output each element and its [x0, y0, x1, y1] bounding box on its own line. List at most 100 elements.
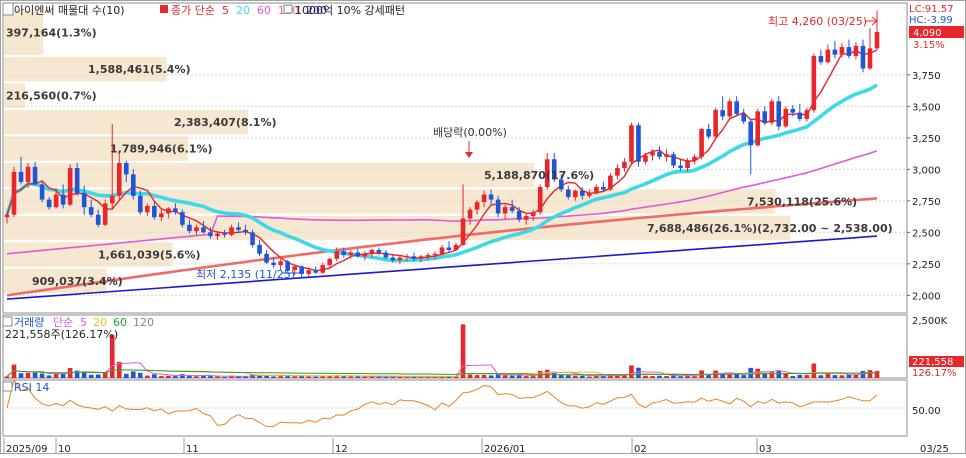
ma-legend-swatch [160, 5, 168, 13]
volume-bar [313, 376, 319, 378]
volume-profile-label: 5,188,870(17.6%) [484, 169, 594, 182]
candle [874, 31, 880, 49]
volume-bar [18, 373, 24, 378]
lc-label: LC:91.57 [909, 4, 954, 15]
rsi-tick: 50.00 [912, 406, 941, 417]
volume-bar [180, 374, 185, 378]
volume-bar [166, 375, 171, 378]
volume-bar [769, 371, 775, 378]
candle [341, 251, 347, 256]
volume-profile-label: 909,037(3.4%) [32, 275, 123, 288]
volume-ratio: 126.17% [912, 368, 957, 379]
candle [839, 47, 845, 55]
hc-label: HC:-3.99 [909, 15, 953, 26]
volume-bar [39, 373, 45, 378]
candle [509, 207, 515, 211]
volume-legend-box [2, 316, 13, 327]
candle [481, 194, 487, 203]
candle [706, 129, 711, 137]
candle [846, 47, 852, 56]
volume-bar [839, 375, 845, 378]
candle [74, 168, 80, 194]
volume-profile-label: 1,789,946(6.1%) [110, 143, 213, 156]
time-label: 2026/01 [484, 444, 526, 454]
candle [594, 186, 599, 194]
volume-bar [657, 375, 662, 378]
price-tick-label: 3,250 [912, 134, 941, 145]
candle [832, 49, 838, 55]
candle [376, 249, 382, 253]
candle [306, 270, 311, 274]
candle [678, 165, 683, 169]
candle [208, 232, 213, 237]
volume-bar [460, 324, 466, 378]
candle [573, 190, 578, 198]
volume-bar [474, 375, 480, 378]
volume-bar [173, 376, 178, 378]
candle [299, 266, 304, 274]
candle [25, 166, 31, 182]
candle [39, 184, 45, 200]
candle [467, 209, 473, 219]
volume-bar [138, 372, 143, 378]
current-change: 3.15% [913, 40, 945, 51]
legend-header: 아이엔써 매물대 수(10)종가 단순520601202001000억 10% … [2, 2, 405, 17]
candle [502, 207, 508, 214]
chart-window: 397,164(1.3%) 1,588,461(5.4%) 216,560(0.7%… [0, 0, 966, 455]
dividend-annotation: 배당락(0.00%) [433, 126, 507, 139]
legend-box [2, 2, 14, 16]
ma-period-60: 60 [257, 4, 271, 17]
price-tick-label: 2,500 [912, 228, 941, 239]
volume-bar [629, 365, 634, 378]
volume-bar [341, 376, 347, 378]
volume-bar [271, 376, 276, 378]
candle [313, 270, 319, 273]
candle [776, 101, 782, 127]
candle [537, 186, 543, 213]
volume-bar [123, 373, 129, 378]
candle [67, 168, 73, 205]
volume-bar [643, 375, 648, 378]
volume-bar [741, 375, 746, 378]
candle [643, 155, 648, 162]
time-label: 02 [634, 444, 647, 454]
candle [278, 261, 283, 266]
time-label: 11 [186, 444, 199, 454]
volume-bar [201, 375, 206, 378]
candle [46, 199, 52, 208]
candle [18, 171, 24, 182]
candle [615, 168, 620, 176]
stock-title: 아이엔써 매물대 수(10) [14, 4, 125, 17]
volume-profile-label: 1,661,039(5.6%) [98, 248, 201, 261]
candle [116, 163, 122, 196]
candle [495, 199, 501, 214]
volume-bar [706, 375, 711, 378]
volume-bar [530, 376, 536, 378]
volume-value: 221,558주(126.17%) [5, 328, 118, 341]
candle [109, 195, 115, 204]
volume-bar [467, 374, 473, 378]
volume-bar [222, 376, 227, 378]
candle [671, 154, 676, 166]
candle [734, 101, 739, 114]
volume-bar [159, 376, 164, 378]
volume-profile-label: 7,688,486(26.1%)(2,732.00 ~ 2,538.00) [647, 222, 893, 235]
volume-bar [88, 374, 94, 378]
volume-bar [502, 375, 508, 378]
volume-profile-bar [4, 162, 535, 188]
candle [404, 256, 410, 258]
volume-current: 221,558 [912, 357, 953, 368]
volume-bar [208, 376, 213, 378]
volume-bar [692, 376, 697, 378]
volume-bar [81, 372, 87, 378]
stock-chart[interactable]: 397,164(1.3%) 1,588,461(5.4%) 216,560(0.7%… [0, 0, 966, 455]
volume-bar [636, 367, 641, 378]
price-tick-label: 2,250 [912, 260, 941, 271]
candle [81, 193, 87, 208]
candle [755, 111, 761, 146]
candle [130, 174, 136, 196]
volume-bar [580, 375, 585, 378]
candle [432, 253, 438, 256]
candle [159, 213, 164, 218]
volume-scale-tick: 2,500K [912, 316, 948, 327]
